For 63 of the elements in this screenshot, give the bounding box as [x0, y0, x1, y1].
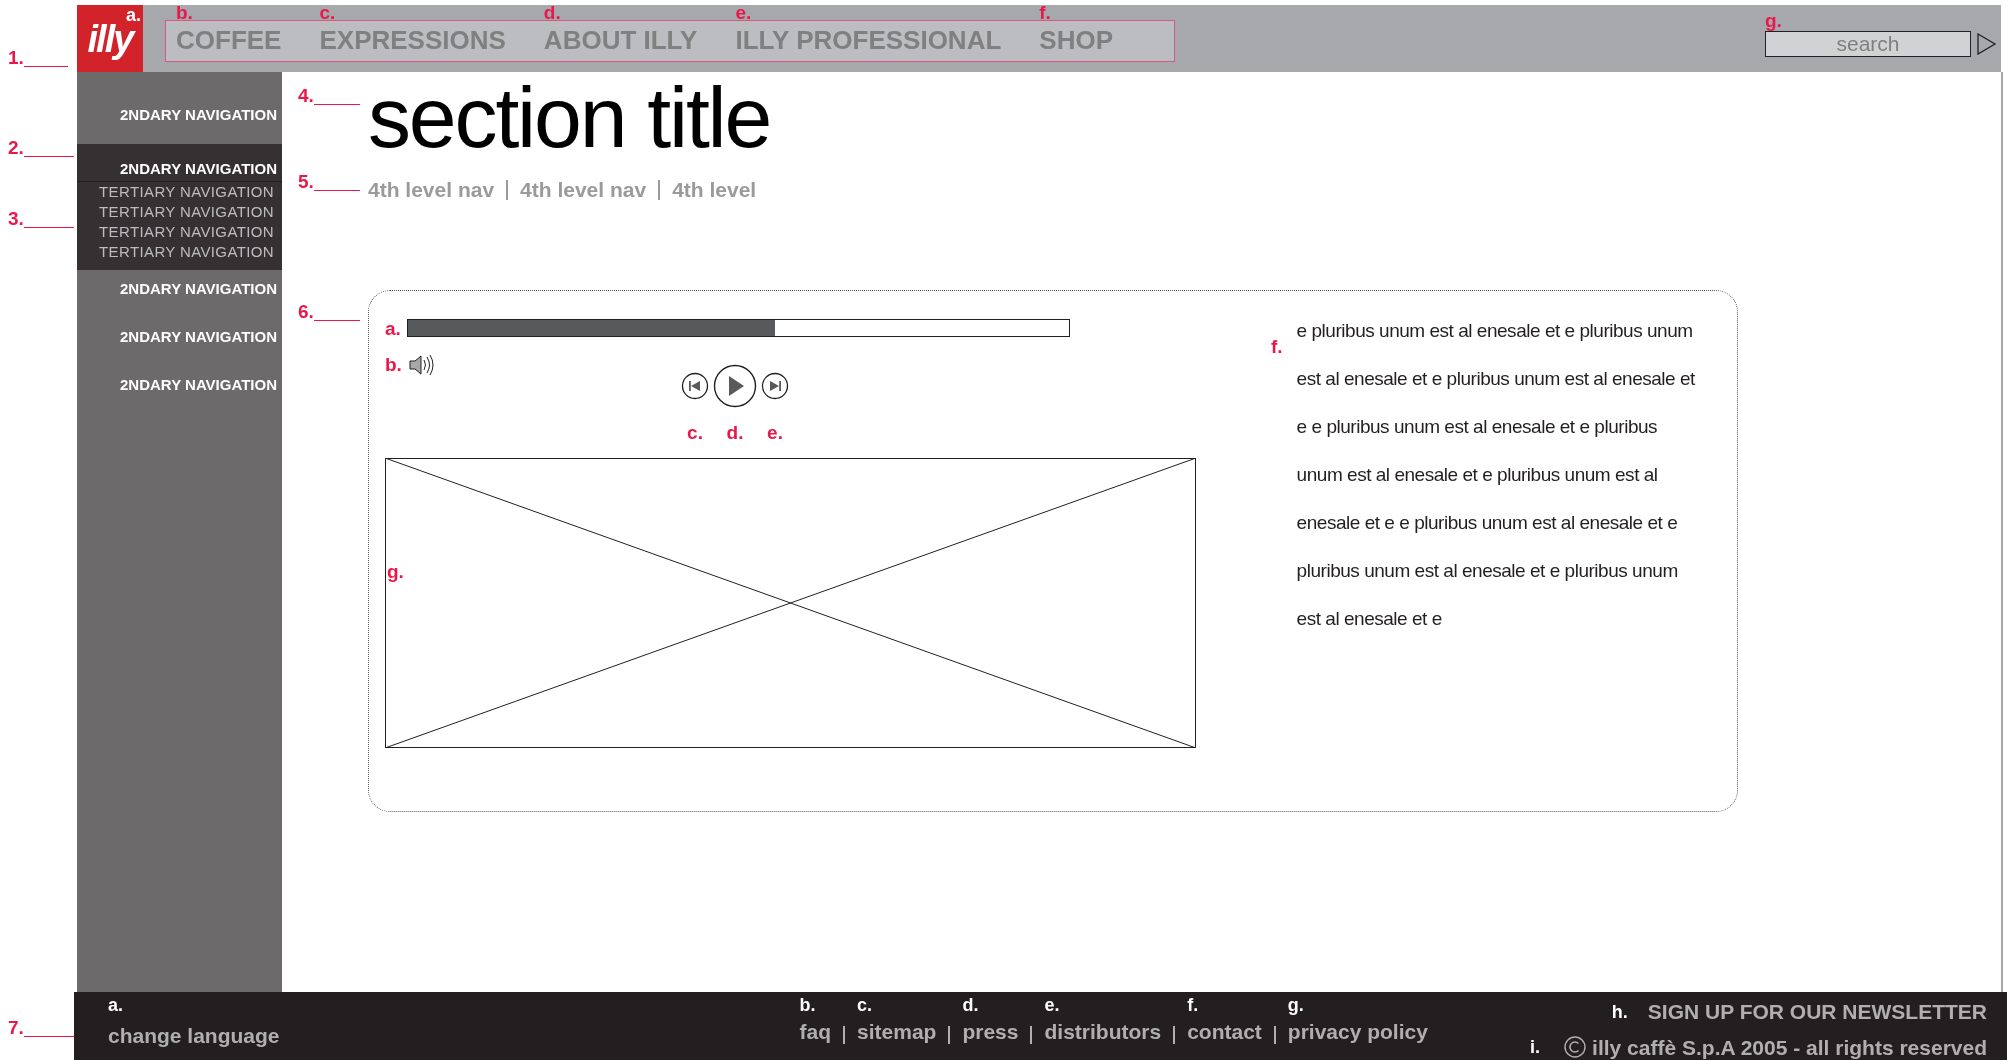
section-title: section title — [368, 74, 772, 160]
footer-link[interactable]: sitemap — [857, 1016, 937, 1048]
previous-icon[interactable] — [681, 371, 709, 400]
footer-link[interactable]: press — [962, 1016, 1019, 1048]
leader-line — [23, 156, 74, 157]
marker-letter: a. — [126, 6, 141, 24]
marker-letter: d. — [726, 421, 744, 443]
callout-number: 3. — [8, 209, 24, 228]
marker-letter: b. — [799, 996, 817, 1014]
marker-letter: f. — [1039, 2, 1051, 22]
marker-letter: a. — [108, 996, 124, 1014]
marker-letter: f. — [1187, 996, 1200, 1014]
marker-letter: g. — [1287, 996, 1305, 1014]
copyright-text: illy caffè S.p.A 2005 - all rights reserved — [1592, 1034, 1987, 1060]
tertiary-nav-item[interactable]: TERTIARY NAVIGATION — [77, 202, 282, 222]
leader-line — [313, 104, 360, 105]
marker-letter: c. — [857, 996, 874, 1014]
body-text: e pluribus unum est al enesale et e pluribus unum est al enesale et e pluribus unum est al enesale et e e pluribus unum est al enesale et e pluribus unum est al enesale et e pluribus unum est al enesale et e e pluribus unum est al enesale et e pluribus unum est al enesale et e pluribus unum est al enesale et e — [1296, 318, 1696, 631]
marker-letter: b. — [176, 2, 193, 22]
change-language-link[interactable]: change language — [108, 1020, 280, 1052]
marker-letter: e. — [1044, 996, 1061, 1014]
leader-line — [313, 320, 360, 321]
tertiary-nav-item[interactable]: TERTIARY NAVIGATION — [77, 182, 282, 202]
sidebar-item[interactable]: 2NDARY NAVIGATION — [77, 270, 282, 318]
search-field[interactable]: search — [1765, 30, 1971, 57]
leader-line — [313, 190, 360, 191]
callout-number: 6. — [298, 302, 314, 321]
play-icon[interactable] — [713, 363, 757, 408]
tertiary-nav-item[interactable]: TERTIARY NAVIGATION — [77, 222, 282, 242]
sidebar-item[interactable]: 2NDARY NAVIGATION — [77, 144, 282, 182]
callout-number: 2. — [8, 138, 24, 157]
marker-letter: g. — [1765, 11, 1782, 30]
marker-letter: i. — [1530, 1038, 1541, 1057]
sidebar-item[interactable]: 2NDARY NAVIGATION — [77, 318, 282, 366]
marker-letter: f. — [1271, 336, 1283, 359]
marker-letter: e. — [767, 421, 783, 443]
marker-letter: c. — [687, 421, 703, 443]
footer-link[interactable]: contact — [1187, 1016, 1262, 1048]
submit-arrow-icon[interactable] — [1977, 32, 1997, 55]
marker-letter: c. — [319, 2, 336, 22]
copyright-icon — [1564, 1036, 1587, 1059]
leader-line — [23, 1036, 74, 1037]
marker-letter: e. — [735, 2, 752, 22]
marker-letter: d. — [543, 2, 561, 22]
marker-letter: d. — [962, 996, 980, 1014]
footer-link[interactable]: distributors — [1044, 1016, 1162, 1048]
leader-line — [23, 227, 74, 228]
footer-link[interactable]: privacy policy — [1287, 1016, 1428, 1048]
newsletter-link[interactable]: SIGN UP FOR OUR NEWSLETTER — [1647, 996, 1987, 1028]
callout-number: 1. — [8, 48, 24, 67]
marker-letter: h. — [1611, 1002, 1628, 1021]
progress-track[interactable] — [406, 319, 1070, 337]
sidebar-item[interactable]: 2NDARY NAVIGATION — [77, 96, 282, 144]
marker-letter: a. — [385, 318, 401, 338]
marker-letter: b. — [385, 355, 402, 374]
footer-link[interactable]: faq — [799, 1016, 832, 1048]
tertiary-nav-item[interactable]: TERTIARY NAVIGATION — [77, 242, 282, 262]
callout-number: 7. — [8, 1018, 24, 1037]
callout-number: 4. — [298, 86, 314, 105]
leader-line — [23, 66, 68, 67]
callout-number: 5. — [298, 172, 314, 191]
next-icon[interactable] — [761, 371, 789, 400]
sidebar-item[interactable]: 2NDARY NAVIGATION — [77, 366, 282, 414]
